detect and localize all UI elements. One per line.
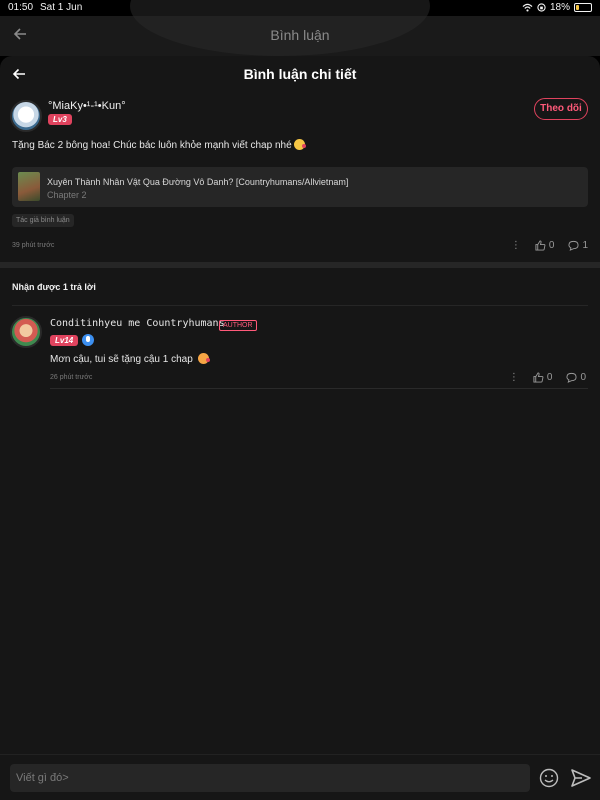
- send-icon[interactable]: [570, 767, 592, 789]
- reply-more-options-icon[interactable]: ⋮: [509, 372, 519, 383]
- reply-text: Mơn cậu, tui sẽ tặng cậu 1 chap: [50, 353, 210, 365]
- reply-reply-count: 0: [580, 372, 586, 383]
- status-time: 01:50: [8, 2, 34, 13]
- lock-rotation-icon: [537, 3, 546, 12]
- reply-button[interactable]: 1: [568, 240, 588, 251]
- emoji-picker-icon[interactable]: [539, 768, 559, 788]
- reply-reply-button[interactable]: 0: [566, 372, 586, 383]
- chapter-card[interactable]: Xuyên Thành Nhân Vật Qua Đường Vô Danh? …: [12, 167, 588, 207]
- author-badge: AUTHOR: [219, 320, 257, 331]
- reply-level-badge: Lv14: [50, 335, 79, 346]
- background-header: Bình luận: [0, 0, 600, 56]
- like-button[interactable]: 0: [535, 240, 555, 251]
- reply-username[interactable]: Conditinhyeu me Countryhumans: [50, 318, 225, 329]
- more-options-icon[interactable]: ⋮: [511, 240, 521, 251]
- comment-text-content: Tặng Bác 2 bông hoa! Chúc bác luôn khỏe …: [12, 140, 292, 151]
- chapter-subtitle: Chapter 2: [47, 190, 87, 200]
- reply-count: 1: [582, 240, 588, 251]
- replies-header: Nhận được 1 trả lời: [12, 282, 96, 292]
- sheet-title: Bình luận chi tiết: [243, 66, 357, 82]
- reply-actions: ⋮ 0 0: [509, 372, 586, 383]
- reply-divider: [50, 388, 588, 389]
- follow-button[interactable]: Theo dõi: [534, 98, 588, 120]
- comment-actions: ⋮ 0 1: [511, 240, 588, 251]
- comment-input[interactable]: [10, 764, 530, 792]
- sheet-header: Bình luận chi tiết: [0, 56, 600, 92]
- microphone-badge-icon: [82, 334, 94, 346]
- comment-username[interactable]: °MiaKy•¹-¹•Kun°: [48, 100, 126, 112]
- speech-bubble-icon: [566, 372, 577, 383]
- reply-text-content: Mơn cậu, tui sẽ tặng cậu 1 chap: [50, 354, 193, 365]
- reply-time: 26 phút trước: [50, 374, 93, 381]
- thumbs-up-icon: [535, 240, 546, 251]
- comment-input-bar: [0, 754, 600, 800]
- love-emoji-icon: [197, 353, 210, 364]
- status-indicators: 18%: [522, 2, 592, 13]
- speech-bubble-icon: [568, 240, 579, 251]
- comment-time: 39 phút trước: [12, 242, 55, 249]
- like-count: 0: [548, 240, 555, 251]
- level-badge: Lv3: [48, 114, 72, 125]
- comment-text: Tặng Bác 2 bông hoa! Chúc bác luôn khỏe …: [12, 139, 306, 151]
- kiss-emoji-icon: [293, 139, 306, 150]
- comment-detail-sheet: Bình luận chi tiết °MiaKy•¹-¹•Kun° Lv3 T…: [0, 56, 600, 800]
- battery-icon: [574, 3, 592, 12]
- chapter-thumbnail: [18, 172, 40, 201]
- reply-avatar[interactable]: [10, 316, 42, 348]
- author-comment-tag: Tác giả bình luận: [12, 214, 74, 227]
- replies-divider: [12, 305, 588, 306]
- wifi-icon: [522, 3, 533, 12]
- section-divider: [0, 262, 600, 268]
- reply-like-count: 0: [546, 372, 553, 383]
- status-date: Sat 1 Jun: [40, 2, 83, 13]
- avatar[interactable]: [10, 100, 42, 132]
- reply-like-button[interactable]: 0: [533, 372, 553, 383]
- battery-percent: 18%: [549, 2, 570, 13]
- chapter-title: Xuyên Thành Nhân Vật Qua Đường Vô Danh? …: [47, 177, 349, 187]
- background-title: Bình luận: [270, 27, 330, 43]
- thumbs-up-icon: [533, 372, 544, 383]
